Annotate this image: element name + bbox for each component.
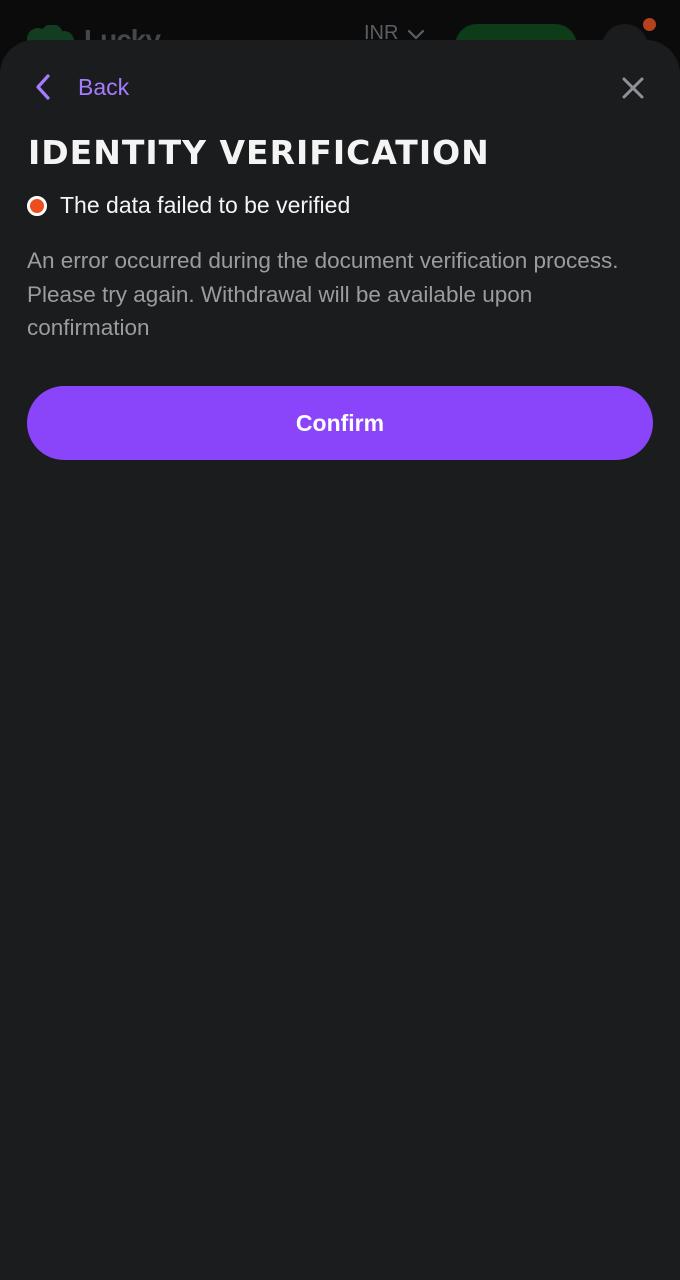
close-icon — [622, 77, 644, 99]
status-dot-icon — [27, 195, 47, 216]
back-label: Back — [78, 73, 130, 100]
close-button[interactable] — [616, 71, 650, 105]
identity-verification-modal: Back IDENTITY VERIFICATION The data fail… — [0, 40, 680, 1280]
chevron-left-icon — [36, 74, 50, 100]
error-description: An error occurred during the document ve… — [27, 248, 619, 340]
verification-status: The data failed to be verified — [27, 192, 350, 219]
page-title: IDENTITY VERIFICATION — [28, 133, 490, 172]
back-button[interactable]: Back — [28, 68, 129, 106]
status-text: The data failed to be verified — [60, 192, 351, 218]
confirm-button[interactable]: Confirm — [27, 386, 653, 460]
notification-dot-icon — [643, 18, 656, 31]
